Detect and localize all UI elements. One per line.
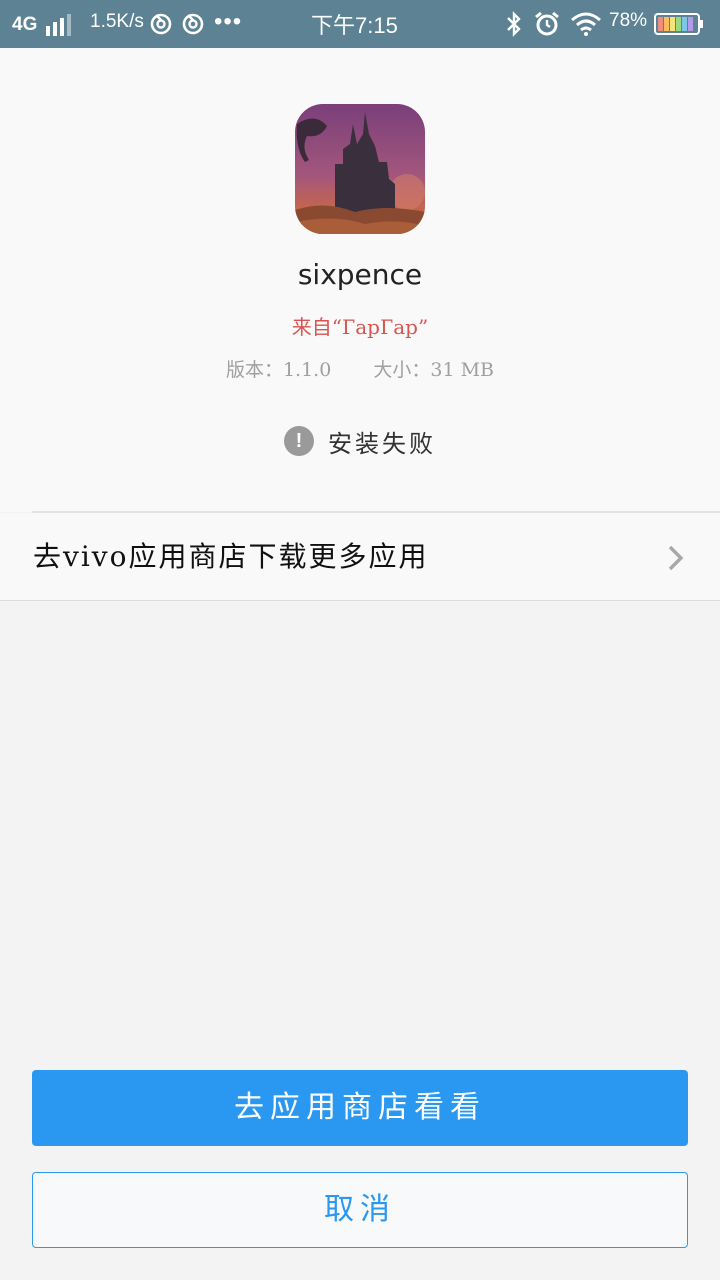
cancel-button[interactable]: 取消 <box>32 1172 688 1248</box>
app-size: 大小：31 MB <box>373 359 495 381</box>
status-bar: 4G 1.5K/s ••• 下午7:15 78% <box>0 0 720 48</box>
notification-app-icon <box>150 13 172 35</box>
app-icon <box>295 104 425 234</box>
vivo-store-link[interactable]: 去vivo应用商店下载更多应用 <box>0 513 720 600</box>
alarm-icon <box>535 11 559 36</box>
clock: 下午7:15 <box>311 13 398 38</box>
battery-icon <box>654 13 703 35</box>
network-type: 4G <box>12 14 38 35</box>
bluetooth-icon <box>507 11 521 37</box>
app-source: 来自“ГарГар” <box>291 315 429 339</box>
go-to-app-store-button[interactable]: 去应用商店看看 <box>32 1070 688 1146</box>
install-status: ! 安装失败 <box>0 424 720 458</box>
app-name: sixpence <box>297 258 423 291</box>
chevron-right-icon <box>668 545 684 571</box>
network-speed: 1.5K/s <box>90 11 144 32</box>
battery-percent: 78% <box>609 10 648 31</box>
signal-icon <box>46 14 71 36</box>
install-status-text: 安装失败 <box>328 429 436 458</box>
app-meta: 版本：1.1.0 大小：31 MB <box>0 355 720 382</box>
more-notifications-icon: ••• <box>214 8 243 35</box>
app-version: 版本：1.1.0 <box>225 359 332 381</box>
app-info-card: sixpence 来自“ГарГар” 版本：1.1.0 大小：31 MB ! … <box>0 48 720 512</box>
vivo-store-link-label: 去vivo应用商店下载更多应用 <box>33 540 429 573</box>
divider <box>0 600 720 601</box>
wifi-icon <box>571 12 601 36</box>
warning-icon: ! <box>284 426 314 456</box>
notification-app-icon <box>182 13 204 35</box>
